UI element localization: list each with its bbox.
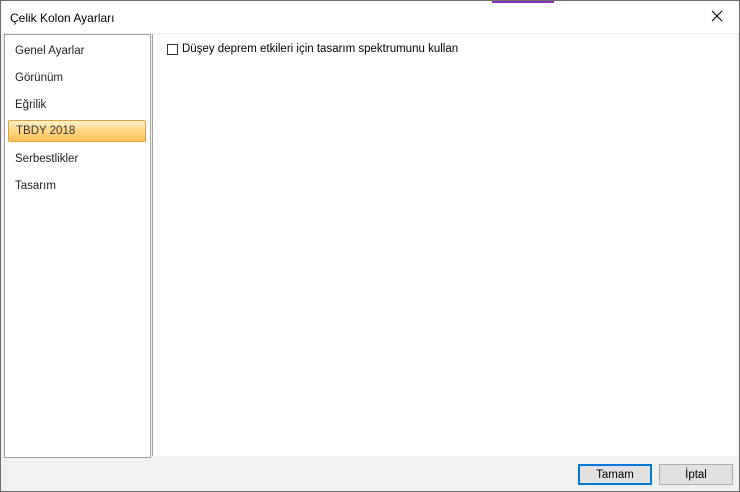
vertical-seismic-checkbox-label[interactable]: Düşey deprem etkileri için tasarım spekt…	[182, 43, 458, 55]
vertical-seismic-checkbox[interactable]	[167, 43, 178, 55]
sidebar-item-genel-ayarlar[interactable]: Genel Ayarlar	[8, 40, 146, 62]
sidebar-item-tbdy-2018[interactable]: TBDY 2018	[8, 120, 146, 142]
sidebar-item-gorunum[interactable]: Görünüm	[8, 67, 146, 89]
ok-button[interactable]: Tamam	[578, 464, 652, 485]
close-icon	[711, 10, 723, 22]
sidebar-item-egrilik[interactable]: Eğrilik	[8, 94, 146, 116]
dialog-window: Çelik Kolon Ayarları Genel Ayarlar Görün…	[0, 0, 740, 492]
taskbar-accent-line	[492, 1, 554, 3]
sidebar-item-tasarim[interactable]: Tasarım	[8, 175, 146, 197]
window-title: Çelik Kolon Ayarları	[10, 11, 115, 25]
vertical-seismic-checkbox-row[interactable]: Düşey deprem etkileri için tasarım spekt…	[167, 43, 458, 55]
title-bar[interactable]: Çelik Kolon Ayarları	[1, 1, 739, 33]
sidebar-item-serbestlikler[interactable]: Serbestlikler	[8, 148, 146, 170]
settings-content-panel: Düşey deprem etkileri için tasarım spekt…	[152, 34, 737, 456]
cancel-button[interactable]: İptal	[659, 464, 733, 485]
close-button[interactable]	[695, 1, 739, 31]
settings-category-list: Genel Ayarlar Görünüm Eğrilik TBDY 2018 …	[4, 34, 151, 458]
